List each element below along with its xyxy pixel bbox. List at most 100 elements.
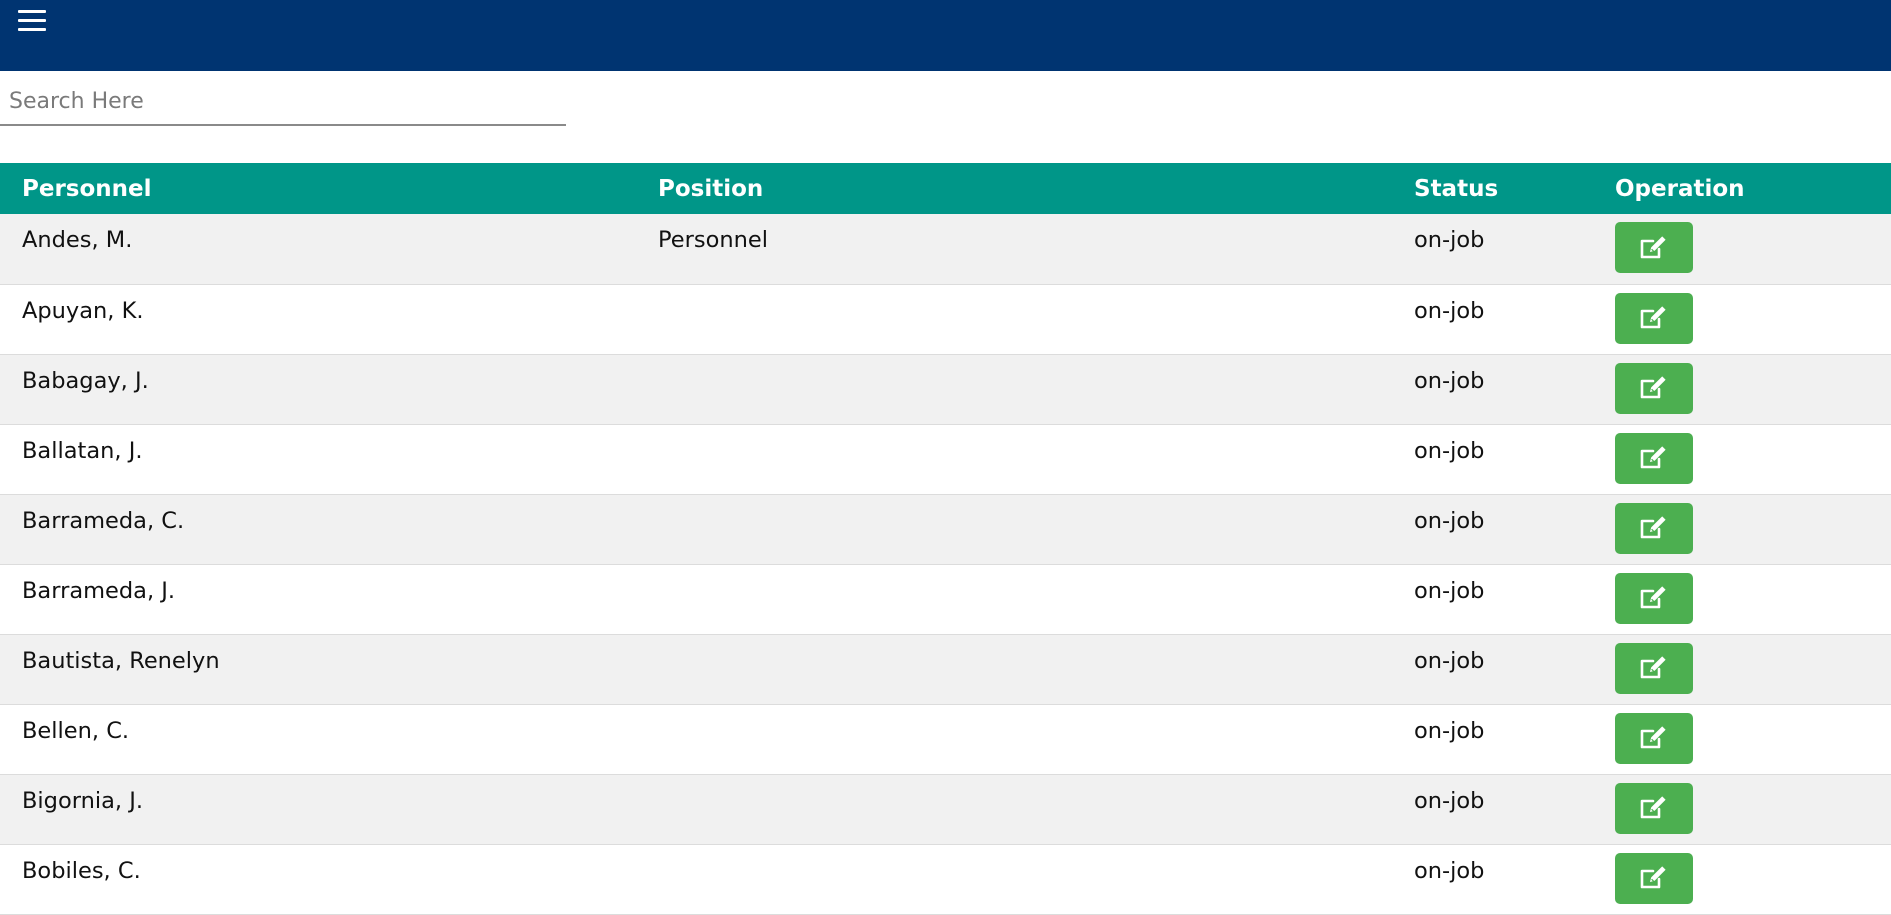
personnel-name: Bobiles, C. — [22, 857, 141, 884]
personnel-cell: Babagay, J. — [0, 354, 636, 425]
personnel-cell: Bigornia, J. — [0, 774, 636, 845]
status-value: on-job — [1414, 857, 1485, 884]
status-value: on-job — [1414, 577, 1485, 604]
status-value: on-job — [1414, 647, 1485, 674]
table-body: Andes, M. Personnel on-job Apuyan, K. on-job… — [0, 214, 1891, 915]
edit-icon — [1640, 726, 1666, 749]
personnel-cell: Andes, M. — [0, 214, 636, 285]
table-row: Bellen, C. on-job — [0, 704, 1891, 775]
edit-button[interactable] — [1615, 292, 1693, 344]
status-cell: on-job — [1392, 774, 1593, 845]
personnel-name: Bautista, Renelyn — [22, 647, 220, 674]
status-value: on-job — [1414, 227, 1485, 253]
edit-icon — [1640, 306, 1666, 329]
table-row: Bobiles, C. on-job — [0, 844, 1891, 915]
hamburger-menu-icon[interactable] — [16, 4, 48, 40]
table-row: Bigornia, J. on-job — [0, 774, 1891, 845]
personnel-cell: Bautista, Renelyn — [0, 634, 636, 705]
table-row: Barrameda, J. on-job — [0, 564, 1891, 635]
personnel-name: Babagay, J. — [22, 367, 149, 394]
status-cell: on-job — [1392, 354, 1593, 425]
personnel-name: Ballatan, J. — [22, 437, 143, 464]
edit-icon — [1640, 796, 1666, 819]
status-cell: on-job — [1392, 424, 1593, 495]
operation-cell — [1593, 634, 1891, 705]
status-cell: on-job — [1392, 634, 1593, 705]
table-row: Ballatan, J. on-job — [0, 424, 1891, 495]
edit-button[interactable] — [1615, 572, 1693, 624]
personnel-name: Barrameda, C. — [22, 507, 185, 534]
edit-button[interactable] — [1615, 222, 1693, 273]
personnel-cell: Apuyan, K. — [0, 284, 636, 355]
position-cell: Personnel — [636, 214, 1392, 285]
personnel-name: Bellen, C. — [22, 717, 130, 744]
edit-button[interactable] — [1615, 852, 1693, 904]
operation-cell — [1593, 844, 1891, 915]
edit-button[interactable] — [1615, 712, 1693, 764]
status-value: on-job — [1414, 297, 1485, 324]
position-value — [658, 845, 1392, 858]
position-cell — [636, 704, 1392, 775]
edit-icon — [1640, 586, 1666, 609]
status-value: on-job — [1414, 717, 1485, 744]
position-value — [658, 285, 1392, 298]
column-header-status: Status — [1392, 163, 1593, 214]
personnel-name: Andes, M. — [22, 227, 133, 253]
status-cell: on-job — [1392, 844, 1593, 915]
operation-cell — [1593, 774, 1891, 845]
operation-cell — [1593, 494, 1891, 565]
table-header-row: Personnel Position Status Operation — [0, 163, 1891, 214]
edit-icon — [1640, 516, 1666, 539]
position-value: Personnel — [658, 227, 768, 253]
column-header-operation: Operation — [1593, 163, 1891, 214]
position-value — [658, 425, 1392, 438]
operation-cell — [1593, 284, 1891, 355]
operation-cell — [1593, 704, 1891, 775]
table-row: Apuyan, K. on-job — [0, 284, 1891, 355]
position-cell — [636, 424, 1392, 495]
personnel-cell: Bellen, C. — [0, 704, 636, 775]
personnel-table: Personnel Position Status Operation Ande… — [0, 163, 1891, 915]
status-value: on-job — [1414, 437, 1485, 464]
position-cell — [636, 284, 1392, 355]
edit-icon — [1640, 866, 1666, 889]
personnel-name: Apuyan, K. — [22, 297, 144, 324]
edit-icon — [1640, 376, 1666, 399]
position-cell — [636, 844, 1392, 915]
status-value: on-job — [1414, 787, 1485, 814]
column-header-position: Position — [636, 163, 1392, 214]
personnel-cell: Barrameda, C. — [0, 494, 636, 565]
table-row: Bautista, Renelyn on-job — [0, 634, 1891, 705]
table-row: Barrameda, C. on-job — [0, 494, 1891, 565]
position-cell — [636, 564, 1392, 635]
column-header-personnel: Personnel — [0, 163, 636, 214]
top-navbar — [0, 0, 1891, 71]
edit-button[interactable] — [1615, 642, 1693, 694]
edit-button[interactable] — [1615, 782, 1693, 834]
personnel-cell: Ballatan, J. — [0, 424, 636, 495]
operation-cell — [1593, 564, 1891, 635]
position-value — [658, 635, 1392, 648]
status-cell: on-job — [1392, 564, 1593, 635]
edit-button[interactable] — [1615, 502, 1693, 554]
search-container — [0, 78, 566, 128]
search-input[interactable] — [0, 78, 566, 126]
position-cell — [636, 634, 1392, 705]
status-cell: on-job — [1392, 284, 1593, 355]
status-cell: on-job — [1392, 704, 1593, 775]
personnel-name: Barrameda, J. — [22, 577, 176, 604]
edit-button[interactable] — [1615, 362, 1693, 414]
operation-cell — [1593, 214, 1891, 285]
personnel-name: Bigornia, J. — [22, 787, 143, 814]
position-cell — [636, 774, 1392, 845]
position-value — [658, 565, 1392, 578]
position-value — [658, 355, 1392, 368]
position-cell — [636, 354, 1392, 425]
table-row: Andes, M. Personnel on-job — [0, 214, 1891, 285]
operation-cell — [1593, 354, 1891, 425]
edit-icon — [1640, 656, 1666, 679]
edit-icon — [1640, 446, 1666, 469]
position-value — [658, 775, 1392, 788]
position-value — [658, 705, 1392, 718]
edit-button[interactable] — [1615, 432, 1693, 484]
